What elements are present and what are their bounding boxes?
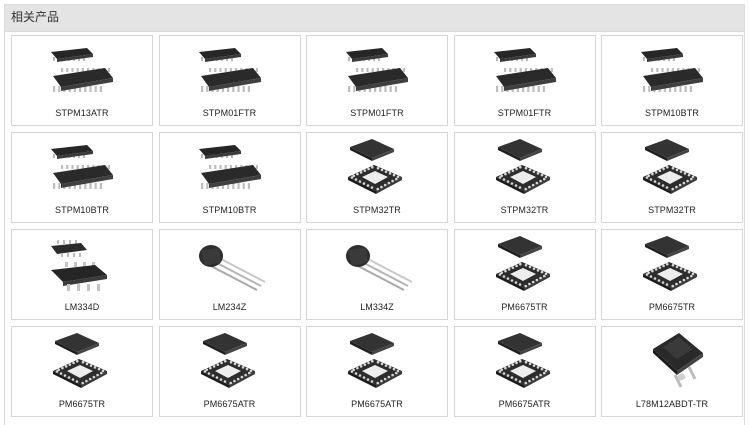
product-card[interactable]: STPM01FTR [158,35,301,126]
product-name[interactable]: STPM32TR [602,205,742,215]
product-card[interactable]: PM6675ATR [158,326,301,417]
product-name[interactable]: LM234Z [160,302,300,312]
product-card[interactable]: STPM32TR [453,132,596,223]
product-image[interactable] [33,234,133,294]
related-products-panel: 相关产品 STPM13ATR STPM01FTR STPM01FTR STPM01FT… [4,4,745,425]
product-name[interactable]: PM6675TR [455,302,595,312]
product-image[interactable] [181,331,281,391]
product-card[interactable]: STPM10BTR [158,132,301,223]
product-name[interactable]: PM6675TR [602,302,742,312]
product-name[interactable]: LM334Z [307,302,447,312]
product-name[interactable]: STPM13ATR [12,108,152,118]
product-name[interactable]: STPM10BTR [160,205,300,215]
product-name[interactable]: STPM32TR [307,205,447,215]
product-name[interactable]: STPM01FTR [307,108,447,118]
product-card[interactable]: PM6675TR [601,229,743,320]
product-name[interactable]: LM334D [12,302,152,312]
product-image[interactable] [476,137,576,197]
product-image[interactable] [33,137,133,197]
product-image[interactable] [623,137,723,197]
product-image[interactable] [328,40,428,100]
product-card[interactable]: STPM10BTR [601,35,743,126]
product-image[interactable] [476,331,576,391]
product-image[interactable] [181,40,281,100]
product-image[interactable] [181,234,281,294]
product-card[interactable]: LM334D [11,229,153,320]
product-name[interactable]: STPM01FTR [160,108,300,118]
product-image[interactable] [328,234,428,294]
product-image[interactable] [623,331,723,391]
product-image[interactable] [33,40,133,100]
product-card[interactable]: L78M12ABDT-TR [601,326,743,417]
section-title: 相关产品 [5,5,744,32]
product-name[interactable]: STPM10BTR [12,205,152,215]
product-name[interactable]: STPM01FTR [455,108,595,118]
product-card[interactable]: PM6675ATR [453,326,596,417]
product-image[interactable] [328,137,428,197]
product-image[interactable] [476,234,576,294]
product-image[interactable] [181,137,281,197]
product-name[interactable]: PM6675ATR [307,399,447,409]
product-card[interactable]: PM6675TR [11,326,153,417]
product-card[interactable]: LM234Z [158,229,301,320]
product-card[interactable]: PM6675ATR [306,326,448,417]
product-image[interactable] [476,40,576,100]
product-name[interactable]: PM6675TR [12,399,152,409]
product-image[interactable] [33,331,133,391]
product-card[interactable]: STPM32TR [601,132,743,223]
product-card[interactable]: STPM01FTR [306,35,448,126]
product-card[interactable]: STPM13ATR [11,35,153,126]
product-name[interactable]: L78M12ABDT-TR [602,399,742,409]
product-image[interactable] [328,331,428,391]
product-card[interactable]: STPM01FTR [453,35,596,126]
product-name[interactable]: PM6675ATR [160,399,300,409]
product-image[interactable] [623,40,723,100]
product-card[interactable]: STPM32TR [306,132,448,223]
product-name[interactable]: STPM32TR [455,205,595,215]
product-card[interactable]: STPM10BTR [11,132,153,223]
product-image[interactable] [623,234,723,294]
product-card[interactable]: PM6675TR [453,229,596,320]
product-name[interactable]: STPM10BTR [602,108,742,118]
product-name[interactable]: PM6675ATR [455,399,595,409]
product-card[interactable]: LM334Z [306,229,448,320]
